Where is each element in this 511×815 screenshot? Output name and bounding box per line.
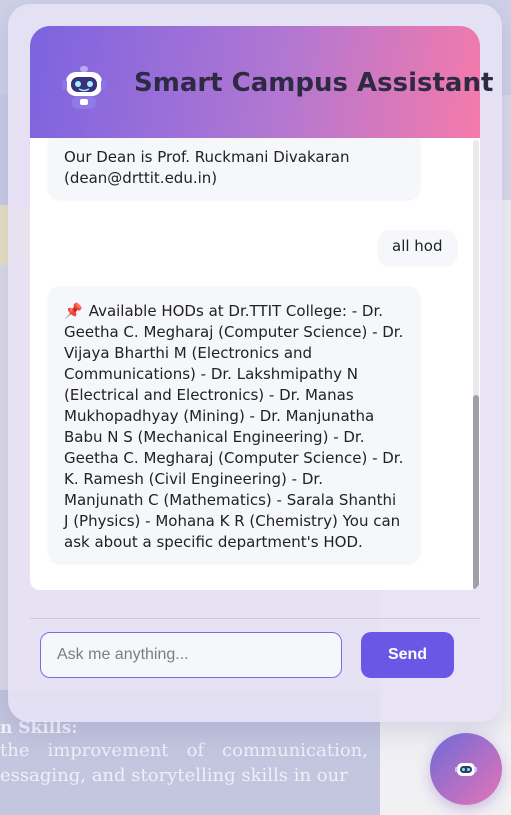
robot-icon (455, 763, 477, 776)
send-button[interactable]: Send (361, 632, 454, 678)
message-text: all hod (392, 237, 443, 255)
bg-paragraph: the improvement of communication, essagi… (0, 740, 368, 786)
message-text: Available HODs at Dr.TTIT College: - Dr.… (64, 302, 404, 551)
divider (30, 618, 480, 619)
chat-input[interactable] (40, 632, 342, 678)
scrollbar-thumb[interactable] (473, 395, 479, 590)
message-text: Our Dean is Prof. Ruckmani Divakaran (de… (64, 148, 350, 187)
chat-widget: Smart Campus Assistant Our Dean is Prof.… (8, 4, 502, 722)
user-message: all hod (378, 230, 457, 265)
chat-title: Smart Campus Assistant (134, 68, 494, 98)
robot-icon (62, 66, 106, 109)
chat-toggle-button[interactable] (430, 733, 502, 805)
message-list[interactable]: Our Dean is Prof. Ruckmani Divakaran (de… (30, 138, 480, 590)
pushpin-icon: 📌 (64, 302, 83, 320)
scrollbar-track[interactable] (473, 140, 479, 590)
bot-message: Our Dean is Prof. Ruckmani Divakaran (de… (48, 138, 420, 199)
chat-header: Smart Campus Assistant (30, 26, 493, 138)
bot-message: 📌 Available HODs at Dr.TTIT College: - Dr… (48, 286, 420, 563)
